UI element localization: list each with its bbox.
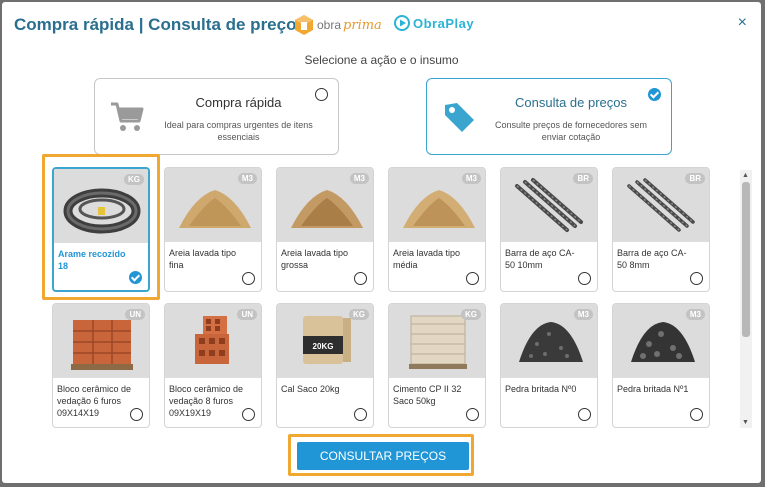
obra-prima-logo-icon — [295, 15, 313, 35]
product-card-cal-saco[interactable]: 20KG KG Cal Saco 20kg — [276, 303, 374, 428]
shopping-cart-icon — [111, 102, 144, 131]
action-radio-selected[interactable] — [648, 88, 661, 101]
product-card-areia-media[interactable]: M3 Areia lavada tipo média — [388, 167, 486, 292]
product-radio[interactable] — [130, 408, 143, 421]
action-description: Consulte preços de fornecedores sem envi… — [494, 120, 648, 142]
action-title: Compra rápida — [195, 95, 282, 110]
product-name: Barra de aço CA-50 8mm — [617, 248, 687, 270]
product-card-arame-recozido[interactable]: KG Arame recozido 18 — [52, 167, 150, 292]
bag-weight-label: 20KG — [313, 342, 334, 351]
product-name: Cimento CP II 32 Saco 50kg — [393, 384, 462, 406]
action-card-compra-rapida[interactable]: Compra rápida Ideal para compras urgente… — [94, 78, 339, 155]
action-description: Ideal para compras urgentes de itens ess… — [164, 120, 313, 142]
product-name: Areia lavada tipo fina — [169, 248, 237, 270]
product-radio[interactable] — [466, 272, 479, 285]
unit-badge: BR — [685, 173, 705, 184]
product-name: Pedra britada Nº1 — [617, 384, 689, 394]
product-radio[interactable] — [690, 408, 703, 421]
product-name: Bloco cerâmico de vedação 6 furos 09X14X… — [57, 384, 132, 418]
product-name: Areia lavada tipo média — [393, 248, 461, 270]
product-grid: KG Arame recozido 18 M3 Areia lavada tip… — [42, 159, 742, 429]
close-icon[interactable]: × — [738, 14, 747, 32]
product-radio[interactable] — [354, 272, 367, 285]
product-card-areia-fina[interactable]: M3 Areia lavada tipo fina — [164, 167, 262, 292]
product-radio[interactable] — [242, 272, 255, 285]
scroll-down-icon[interactable]: ▼ — [742, 419, 749, 426]
product-name: Barra de aço CA-50 10mm — [505, 248, 575, 270]
product-card-pedra-britada-1[interactable]: M3 Pedra britada Nº1 — [612, 303, 710, 428]
product-radio[interactable] — [578, 272, 591, 285]
product-name: Areia lavada tipo grossa — [281, 248, 349, 270]
unit-badge: BR — [573, 173, 593, 184]
grid-scrollbar[interactable]: ▲ ▼ — [740, 170, 752, 428]
modal-title: Compra rápida | Consulta de preços — [14, 15, 306, 34]
unit-badge: M3 — [349, 173, 369, 184]
product-card-bloco-6-furos[interactable]: UN Bloco cerâmico de vedação 6 furos 09X… — [52, 303, 150, 428]
obra-play-logo-text: ObraPlay — [413, 15, 475, 31]
obra-play-logo: ObraPlay — [394, 15, 474, 31]
unit-badge: M3 — [573, 309, 593, 320]
product-card-cimento[interactable]: KG Cimento CP II 32 Saco 50kg — [388, 303, 486, 428]
product-radio[interactable] — [690, 272, 703, 285]
obra-prima-logo: obra prima — [294, 14, 382, 36]
price-tag-icon — [445, 103, 474, 132]
scroll-up-icon[interactable]: ▲ — [742, 172, 749, 179]
instruction-text: Selecione a ação e o insumo — [304, 53, 459, 67]
modal: Compra rápida | Consulta de preços obra … — [2, 2, 761, 483]
product-card-bloco-8-furos[interactable]: UN Bloco cerâmico de vedação 8 furos 09X… — [164, 303, 262, 428]
product-radio[interactable] — [354, 408, 367, 421]
unit-badge: UN — [237, 309, 257, 320]
unit-badge: KG — [461, 309, 481, 320]
product-card-barra-aco-10mm[interactable]: BR Barra de aço CA-50 10mm — [500, 167, 598, 292]
unit-badge: M3 — [685, 309, 705, 320]
scrollbar-thumb[interactable] — [742, 182, 750, 337]
product-radio-selected[interactable] — [129, 271, 142, 284]
obra-play-logo-icon — [394, 15, 410, 31]
product-name: Pedra britada Nº0 — [505, 384, 577, 394]
product-radio[interactable] — [242, 408, 255, 421]
product-radio[interactable] — [578, 408, 591, 421]
obra-prima-logo-word2: prima — [343, 17, 382, 33]
unit-badge: KG — [349, 309, 369, 320]
action-card-consulta-precos[interactable]: Consulta de preços Consulte preços de fo… — [426, 78, 672, 155]
product-card-areia-grossa[interactable]: M3 Areia lavada tipo grossa — [276, 167, 374, 292]
product-radio[interactable] — [466, 408, 479, 421]
action-title: Consulta de preços — [514, 95, 627, 110]
unit-badge: M3 — [237, 173, 257, 184]
product-name: Arame recozido 18 — [58, 249, 126, 271]
consultar-precos-button[interactable]: CONSULTAR PREÇOS — [297, 442, 469, 470]
product-name: Cal Saco 20kg — [281, 384, 340, 394]
product-card-pedra-britada-0[interactable]: M3 Pedra britada Nº0 — [500, 303, 598, 428]
action-radio[interactable] — [315, 88, 328, 101]
modal-header: Compra rápida | Consulta de preços obra … — [2, 2, 761, 44]
product-card-barra-aco-8mm[interactable]: BR Barra de aço CA-50 8mm — [612, 167, 710, 292]
unit-badge: KG — [124, 174, 144, 185]
obra-prima-logo-word1: obra — [317, 18, 342, 32]
unit-badge: M3 — [461, 173, 481, 184]
product-name: Bloco cerâmico de vedação 8 furos 09X19X… — [169, 384, 244, 418]
unit-badge: UN — [125, 309, 145, 320]
